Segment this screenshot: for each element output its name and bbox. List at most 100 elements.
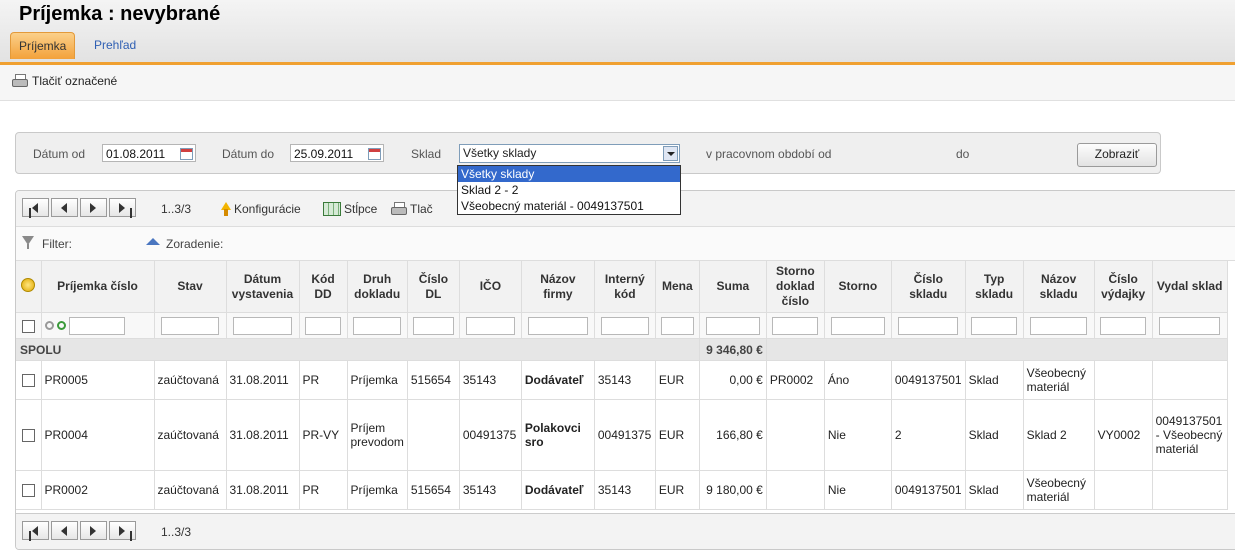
checkbox[interactable] (21, 429, 35, 443)
chevron-down-icon[interactable] (663, 146, 678, 161)
tab-prijemka[interactable]: Príjemka (10, 32, 76, 59)
config-icon (221, 202, 231, 216)
table-row[interactable]: PR0005 zaúčtovaná 31.08.2011 PR Príjemka… (16, 360, 1228, 400)
next-page-button[interactable] (80, 521, 107, 540)
filter-label[interactable]: Filter: (42, 237, 72, 251)
col-header[interactable]: Kód DD (299, 261, 348, 313)
warehouse-option[interactable]: Všetky sklady (458, 166, 680, 182)
select-all-header[interactable] (16, 261, 42, 313)
cell: 35143 (594, 470, 656, 510)
date-from-input[interactable]: 01.08.2011 (102, 144, 196, 162)
summary-label: SPOLU (16, 338, 700, 361)
col-header[interactable]: Príjemka číslo (41, 261, 155, 313)
column-filter-input[interactable] (528, 316, 588, 335)
search-plus-icon[interactable] (56, 321, 66, 330)
first-page-button[interactable] (22, 198, 49, 218)
col-header[interactable]: Typ skladu (965, 261, 1024, 313)
column-filter-input[interactable] (971, 316, 1018, 335)
tab-prehlad[interactable]: Prehľad (86, 32, 144, 58)
column-filter-input[interactable] (898, 316, 959, 335)
cell: 0,00 € (699, 360, 767, 400)
col-header[interactable]: Storno doklad číslo (766, 261, 825, 313)
col-header[interactable]: Interný kód (594, 261, 656, 313)
summary-value: 9 346,80 € (699, 338, 767, 361)
cell: 00491375 (594, 399, 656, 471)
col-header[interactable]: Názov skladu (1023, 261, 1095, 313)
cell: 35143 (459, 470, 522, 510)
cell (766, 399, 825, 471)
checkbox[interactable] (21, 484, 35, 498)
cell: zaúčtovaná (154, 470, 227, 510)
column-filter-input[interactable] (1029, 316, 1088, 335)
filter-cell (299, 312, 348, 339)
col-header[interactable]: Suma (699, 261, 767, 313)
col-header[interactable]: Storno (824, 261, 892, 313)
company-link[interactable]: Polakovci sro (521, 399, 595, 471)
warehouse-option[interactable]: Všeobecný materiál - 0049137501 (458, 198, 680, 214)
column-filter-input[interactable] (1159, 316, 1221, 335)
column-filter-input[interactable] (1100, 316, 1147, 335)
col-header[interactable]: Dátum vystavenia (226, 261, 300, 313)
col-header[interactable]: Číslo výdajky (1094, 261, 1153, 313)
filter-cell (226, 312, 300, 339)
columns-button[interactable]: Stĺpce (323, 202, 377, 216)
column-filter-input[interactable] (705, 316, 760, 335)
cell: EUR (655, 399, 700, 471)
calendar-icon[interactable] (180, 148, 193, 160)
config-button[interactable]: Konfigurácie (221, 202, 301, 216)
cell: Všeobecný materiál (1023, 470, 1095, 510)
col-header[interactable]: Mena (655, 261, 700, 313)
column-filter-input[interactable] (160, 316, 220, 335)
column-filter-input[interactable] (232, 316, 293, 335)
col-header[interactable]: Názov firmy (521, 261, 595, 313)
company-link[interactable]: Dodávateľ (521, 470, 595, 510)
date-to-label: Dátum do (222, 147, 275, 161)
cell: 31.08.2011 (226, 360, 300, 400)
column-filter-input[interactable] (304, 316, 342, 335)
col-header[interactable]: Číslo skladu (891, 261, 966, 313)
column-filter-input[interactable] (772, 316, 819, 335)
column-filter-input[interactable] (465, 316, 516, 335)
first-page-button[interactable] (22, 521, 49, 541)
col-header[interactable]: Stav (154, 261, 227, 313)
column-filter-input[interactable] (353, 316, 402, 335)
print-button[interactable]: Tlač (391, 202, 433, 216)
header-row: Príjemka číslo Stav Dátum vystavenia Kód… (16, 261, 1228, 313)
cell: PR0004 (41, 399, 155, 471)
warehouse-select[interactable]: Všetky sklady (459, 144, 680, 163)
column-filter-input[interactable] (600, 316, 650, 335)
col-header[interactable]: Druh dokladu (347, 261, 408, 313)
sort-icon (146, 238, 160, 245)
table-row[interactable]: PR0002 zaúčtovaná 31.08.2011 PR Príjemka… (16, 470, 1228, 510)
column-filter-input[interactable] (69, 316, 126, 335)
cell: 31.08.2011 (226, 470, 300, 510)
col-header[interactable]: Číslo DL (407, 261, 460, 313)
column-filter-input[interactable] (830, 316, 885, 335)
select-all-icon[interactable] (21, 277, 36, 292)
column-filter-input[interactable] (413, 316, 454, 335)
date-to-input[interactable]: 25.09.2011 (290, 144, 384, 162)
last-page-button[interactable] (109, 198, 136, 218)
cell: zaúčtovaná (154, 399, 227, 471)
company-link[interactable]: Dodávateľ (521, 360, 595, 400)
column-filter-input[interactable] (660, 316, 694, 335)
summary-row: SPOLU 9 346,80 € (16, 338, 1228, 361)
cell: PR0002 (41, 470, 155, 510)
show-button[interactable]: Zobraziť (1077, 143, 1157, 167)
checkbox[interactable] (21, 319, 35, 333)
cell (1152, 360, 1228, 400)
table-row[interactable]: PR0004 zaúčtovaná 31.08.2011 PR-VY Príje… (16, 399, 1228, 471)
last-page-button[interactable] (109, 521, 136, 541)
col-header[interactable]: Vydal sklad (1152, 261, 1228, 313)
search-icon[interactable] (44, 321, 54, 330)
prev-page-button[interactable] (51, 198, 78, 217)
col-header[interactable]: IČO (459, 261, 522, 313)
sort-label[interactable]: Zoradenie: (166, 237, 223, 251)
next-page-button[interactable] (80, 198, 107, 217)
warehouse-option[interactable]: Sklad 2 - 2 (458, 182, 680, 198)
checkbox[interactable] (21, 374, 35, 388)
cell: Nie (824, 399, 892, 471)
prev-page-button[interactable] (51, 521, 78, 540)
calendar-icon[interactable] (368, 148, 381, 160)
print-selected-button[interactable]: Tlačiť označené (12, 74, 117, 88)
